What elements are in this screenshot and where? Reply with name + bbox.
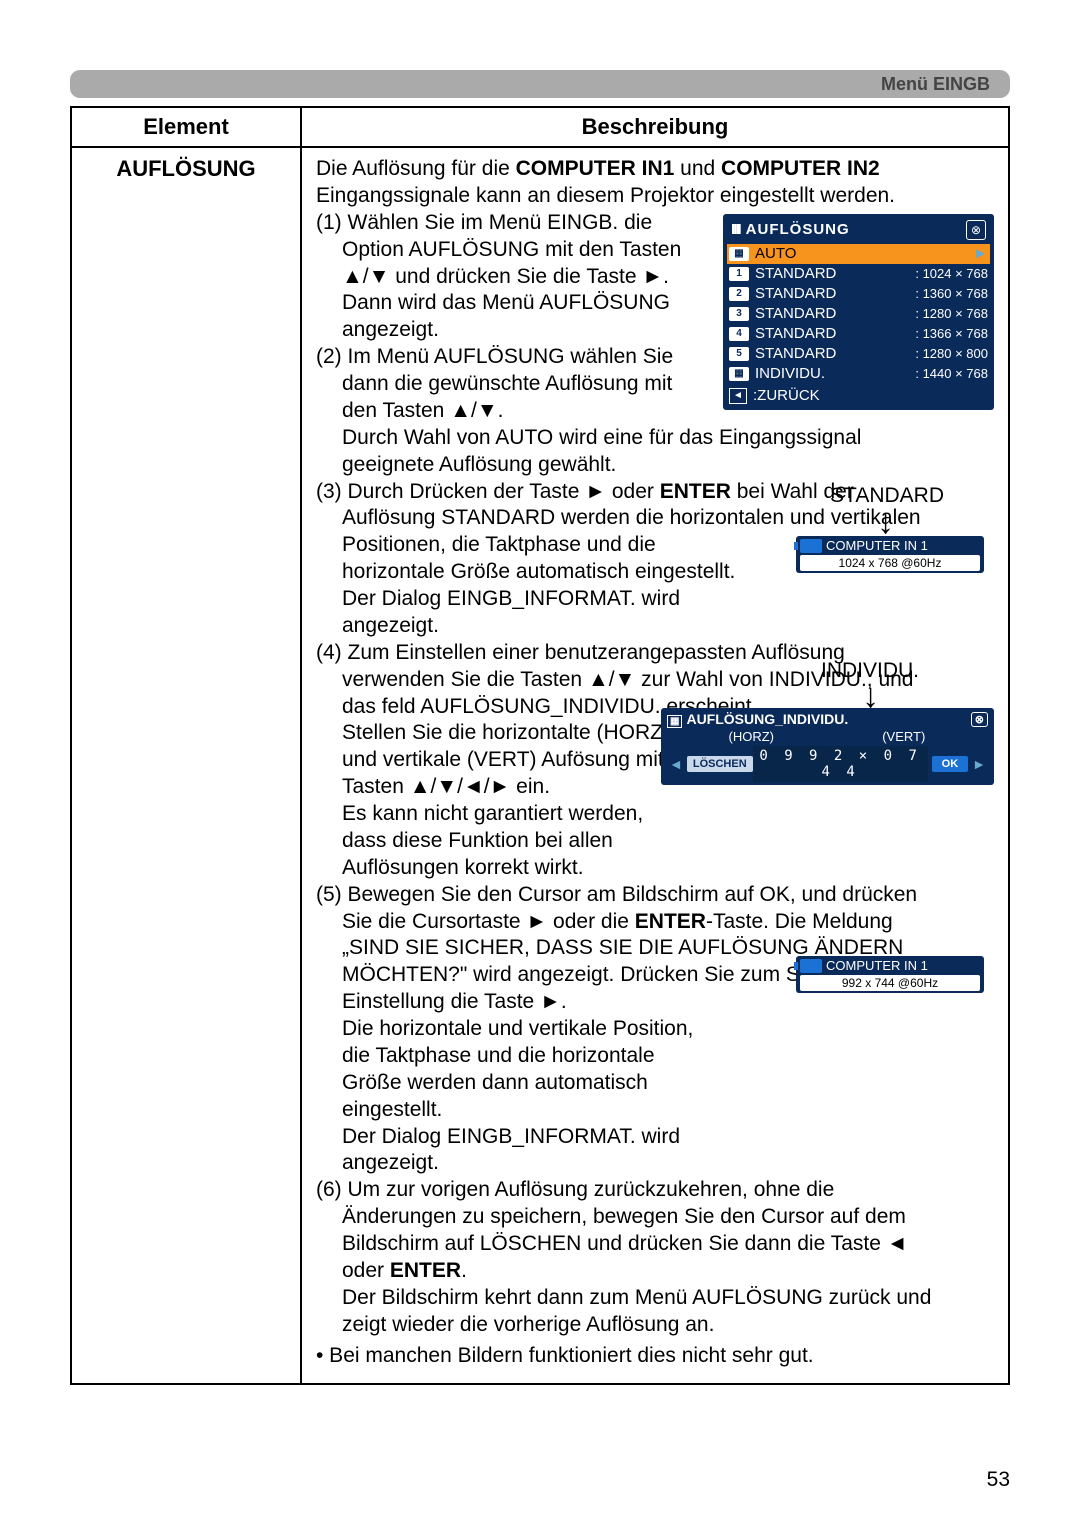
osd-individu-bar: ▦AUFLÖSUNG_INDIVIDU. ⊗ (HORZ)(VERT) ◄ LÖ… <box>661 708 994 785</box>
osd-menu-item: 4STANDARD: 1366 × 768 <box>727 324 990 344</box>
intro: Die Auflösung für die COMPUTER IN1 und C… <box>316 157 895 207</box>
page-number: 53 <box>987 1468 1010 1492</box>
osd-menu-item: 1STANDARD: 1024 × 768 <box>727 264 990 284</box>
step5: (5) Bewegen Sie den Cursor am Bildschirm… <box>316 883 994 1178</box>
row-description: Die Auflösung für die COMPUTER IN1 und C… <box>301 147 1009 1384</box>
osd-resolution-menu: IIIIAUFLÖSUNG ⊗ ▦AUTO►1STANDARD: 1024 × … <box>723 214 994 410</box>
step6: (6) Um zur vorigen Auflösung zurückzukeh… <box>316 1178 994 1338</box>
row-element-name: AUFLÖSUNG <box>71 147 301 1384</box>
chevron-left-icon: ◄ <box>665 756 687 772</box>
osd-menu-item: 5STANDARD: 1280 × 800 <box>727 344 990 364</box>
osd-menu-item: 2STANDARD: 1360 × 768 <box>727 284 990 304</box>
projector-icon <box>800 959 822 973</box>
osd-back-row: ◄:ZURÜCK <box>727 386 990 406</box>
col-description: Beschreibung <box>301 107 1009 147</box>
projector-icon <box>800 539 822 553</box>
note: • Bei manchen Bildern funktioniert dies … <box>316 1343 994 1370</box>
osd-menu-item: ▦AUTO► <box>727 244 990 264</box>
section-header: Menü EINGB <box>70 70 1010 98</box>
osd-title: IIIIAUFLÖSUNG <box>731 221 850 239</box>
feature-table: Element Beschreibung AUFLÖSUNG Die Auflö… <box>70 106 1010 1385</box>
info-chip-standard: COMPUTER IN 1 1024 x 768 @60Hz <box>796 536 984 573</box>
close-icon: ⊗ <box>971 712 988 727</box>
close-icon: ⊗ <box>966 220 986 240</box>
ok-button: OK <box>932 756 969 772</box>
resolution-values: 0 9 9 2 × 0 7 4 4 <box>753 746 928 782</box>
delete-button: LÖSCHEN <box>687 756 753 772</box>
col-element: Element <box>71 107 301 147</box>
osd-menu-item: ▦INDIVIDU.: 1440 × 768 <box>727 364 990 384</box>
osd-menu-item: 3STANDARD: 1280 × 768 <box>727 304 990 324</box>
chevron-right-icon: ► <box>968 756 990 772</box>
info-chip-individu: COMPUTER IN 1 992 x 744 @60Hz <box>796 956 984 993</box>
